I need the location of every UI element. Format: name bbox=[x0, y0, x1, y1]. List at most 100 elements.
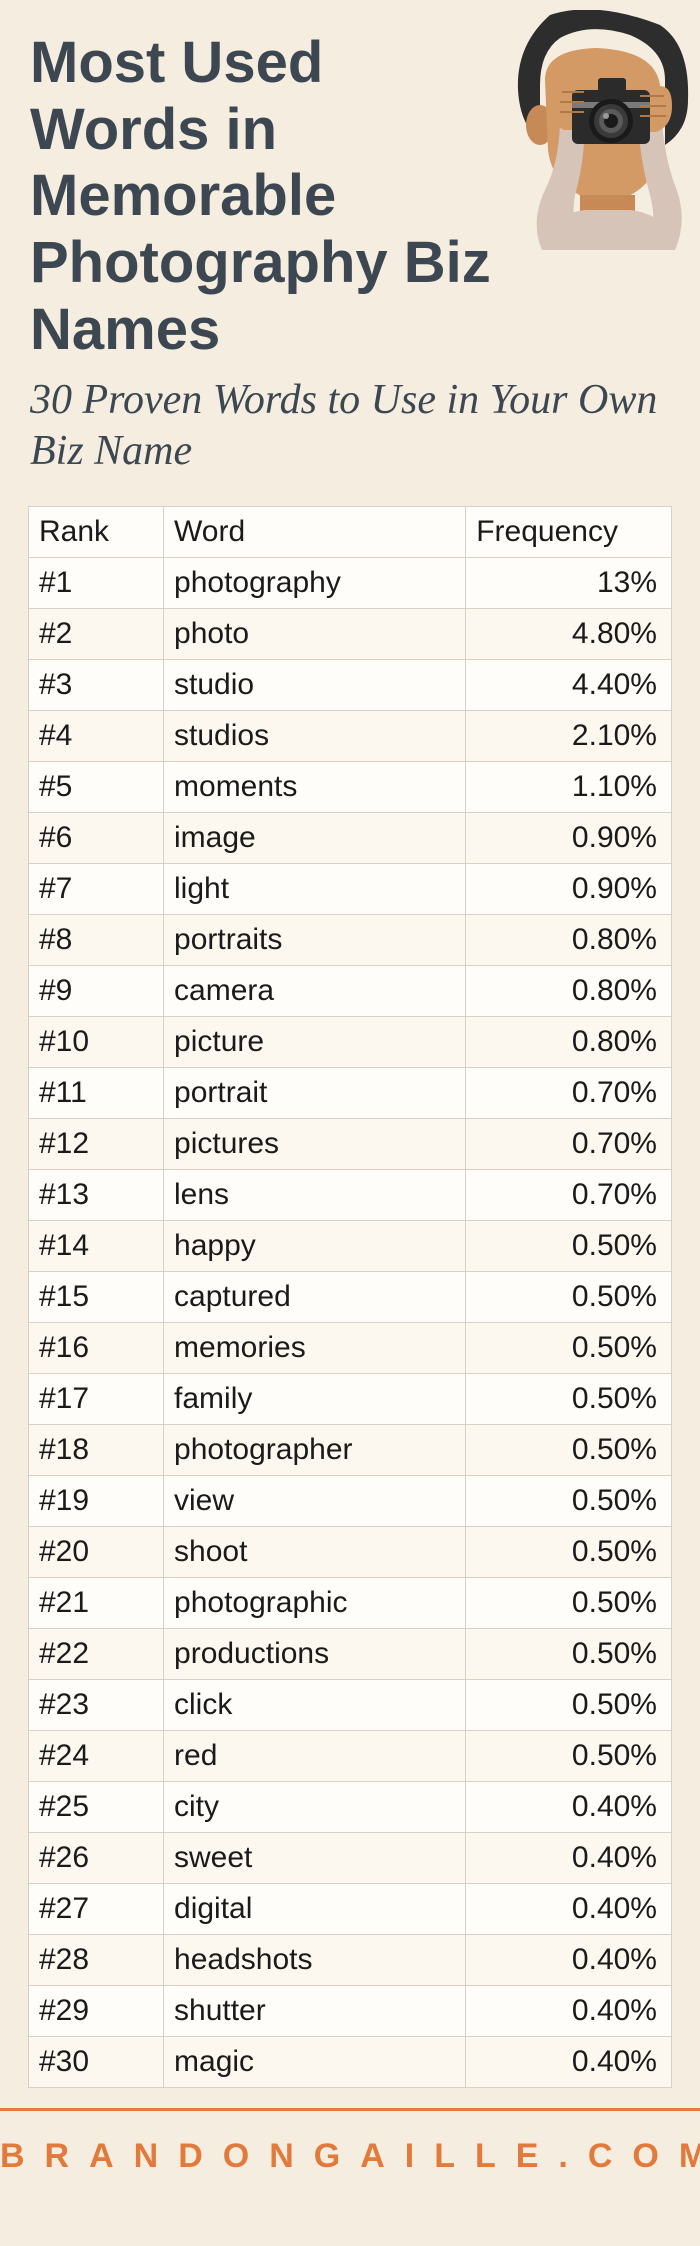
cell-rank: #28 bbox=[29, 1935, 164, 1986]
cell-rank: #29 bbox=[29, 1986, 164, 2037]
cell-word: city bbox=[164, 1782, 466, 1833]
cell-word: portrait bbox=[164, 1068, 466, 1119]
table-row: #21photographic0.50% bbox=[29, 1578, 672, 1629]
table-header-row: Rank Word Frequency bbox=[29, 507, 672, 558]
cell-frequency: 0.90% bbox=[466, 813, 672, 864]
cell-frequency: 0.70% bbox=[466, 1170, 672, 1221]
table-row: #2photo4.80% bbox=[29, 609, 672, 660]
cell-word: shutter bbox=[164, 1986, 466, 2037]
cell-frequency: 4.80% bbox=[466, 609, 672, 660]
cell-word: lens bbox=[164, 1170, 466, 1221]
cell-word: magic bbox=[164, 2037, 466, 2088]
table-row: #11portrait0.70% bbox=[29, 1068, 672, 1119]
cell-word: memories bbox=[164, 1323, 466, 1374]
cell-rank: #6 bbox=[29, 813, 164, 864]
table-row: #18photographer0.50% bbox=[29, 1425, 672, 1476]
cell-frequency: 0.50% bbox=[466, 1578, 672, 1629]
cell-frequency: 1.10% bbox=[466, 762, 672, 813]
table-row: #13lens0.70% bbox=[29, 1170, 672, 1221]
cell-rank: #3 bbox=[29, 660, 164, 711]
cell-frequency: 0.50% bbox=[466, 1374, 672, 1425]
cell-frequency: 0.50% bbox=[466, 1425, 672, 1476]
cell-frequency: 0.80% bbox=[466, 966, 672, 1017]
footer: BRANDONGAILLE.COM bbox=[0, 2108, 700, 2202]
table-wrapper: Rank Word Frequency #1photography13%#2ph… bbox=[0, 496, 700, 2108]
header: Most Used Words in Memorable Photography… bbox=[0, 0, 700, 496]
cell-rank: #8 bbox=[29, 915, 164, 966]
table-row: #14happy0.50% bbox=[29, 1221, 672, 1272]
table-row: #25city0.40% bbox=[29, 1782, 672, 1833]
table-row: #5moments1.10% bbox=[29, 762, 672, 813]
cell-word: portraits bbox=[164, 915, 466, 966]
cell-frequency: 0.70% bbox=[466, 1119, 672, 1170]
cell-word: click bbox=[164, 1680, 466, 1731]
cell-word: light bbox=[164, 864, 466, 915]
cell-word: moments bbox=[164, 762, 466, 813]
cell-word: sweet bbox=[164, 1833, 466, 1884]
cell-frequency: 0.40% bbox=[466, 1935, 672, 1986]
page-subtitle: 30 Proven Words to Use in Your Own Biz N… bbox=[30, 375, 670, 476]
cell-word: picture bbox=[164, 1017, 466, 1068]
cell-word: studios bbox=[164, 711, 466, 762]
cell-rank: #2 bbox=[29, 609, 164, 660]
header-word: Word bbox=[164, 507, 466, 558]
cell-frequency: 13% bbox=[466, 558, 672, 609]
cell-word: red bbox=[164, 1731, 466, 1782]
cell-frequency: 2.10% bbox=[466, 711, 672, 762]
cell-word: headshots bbox=[164, 1935, 466, 1986]
word-frequency-table: Rank Word Frequency #1photography13%#2ph… bbox=[28, 506, 672, 2088]
table-row: #27digital0.40% bbox=[29, 1884, 672, 1935]
cell-word: photo bbox=[164, 609, 466, 660]
cell-word: photographic bbox=[164, 1578, 466, 1629]
table-row: #9camera0.80% bbox=[29, 966, 672, 1017]
table-row: #7light0.90% bbox=[29, 864, 672, 915]
cell-word: pictures bbox=[164, 1119, 466, 1170]
table-row: #1photography13% bbox=[29, 558, 672, 609]
cell-rank: #14 bbox=[29, 1221, 164, 1272]
cell-rank: #16 bbox=[29, 1323, 164, 1374]
page-title: Most Used Words in Memorable Photography… bbox=[30, 30, 500, 363]
cell-rank: #30 bbox=[29, 2037, 164, 2088]
cell-rank: #23 bbox=[29, 1680, 164, 1731]
cell-rank: #13 bbox=[29, 1170, 164, 1221]
cell-frequency: 0.80% bbox=[466, 1017, 672, 1068]
cell-frequency: 0.40% bbox=[466, 1782, 672, 1833]
cell-rank: #19 bbox=[29, 1476, 164, 1527]
cell-rank: #11 bbox=[29, 1068, 164, 1119]
cell-frequency: 0.50% bbox=[466, 1731, 672, 1782]
cell-word: happy bbox=[164, 1221, 466, 1272]
table-row: #29shutter0.40% bbox=[29, 1986, 672, 2037]
table-row: #6image0.90% bbox=[29, 813, 672, 864]
table-row: #8portraits0.80% bbox=[29, 915, 672, 966]
cell-frequency: 0.40% bbox=[466, 1986, 672, 2037]
cell-frequency: 0.50% bbox=[466, 1272, 672, 1323]
table-row: #28headshots0.40% bbox=[29, 1935, 672, 1986]
footer-brand: BRANDONGAILLE.COM bbox=[0, 2137, 700, 2176]
header-frequency: Frequency bbox=[466, 507, 672, 558]
cell-rank: #17 bbox=[29, 1374, 164, 1425]
table-row: #10picture0.80% bbox=[29, 1017, 672, 1068]
cell-word: shoot bbox=[164, 1527, 466, 1578]
cell-frequency: 0.80% bbox=[466, 915, 672, 966]
cell-frequency: 0.50% bbox=[466, 1680, 672, 1731]
cell-frequency: 0.50% bbox=[466, 1476, 672, 1527]
table-row: #26sweet0.40% bbox=[29, 1833, 672, 1884]
cell-rank: #5 bbox=[29, 762, 164, 813]
cell-frequency: 0.50% bbox=[466, 1323, 672, 1374]
cell-rank: #7 bbox=[29, 864, 164, 915]
table-row: #12pictures0.70% bbox=[29, 1119, 672, 1170]
table-row: #4studios2.10% bbox=[29, 711, 672, 762]
cell-frequency: 0.40% bbox=[466, 1884, 672, 1935]
infographic-container: Most Used Words in Memorable Photography… bbox=[0, 0, 700, 2202]
cell-word: productions bbox=[164, 1629, 466, 1680]
table-row: #20shoot0.50% bbox=[29, 1527, 672, 1578]
cell-frequency: 0.50% bbox=[466, 1221, 672, 1272]
cell-rank: #22 bbox=[29, 1629, 164, 1680]
cell-rank: #25 bbox=[29, 1782, 164, 1833]
cell-frequency: 0.50% bbox=[466, 1629, 672, 1680]
cell-frequency: 0.90% bbox=[466, 864, 672, 915]
table-row: #22productions0.50% bbox=[29, 1629, 672, 1680]
table-row: #16memories0.50% bbox=[29, 1323, 672, 1374]
cell-word: digital bbox=[164, 1884, 466, 1935]
cell-frequency: 0.40% bbox=[466, 1833, 672, 1884]
